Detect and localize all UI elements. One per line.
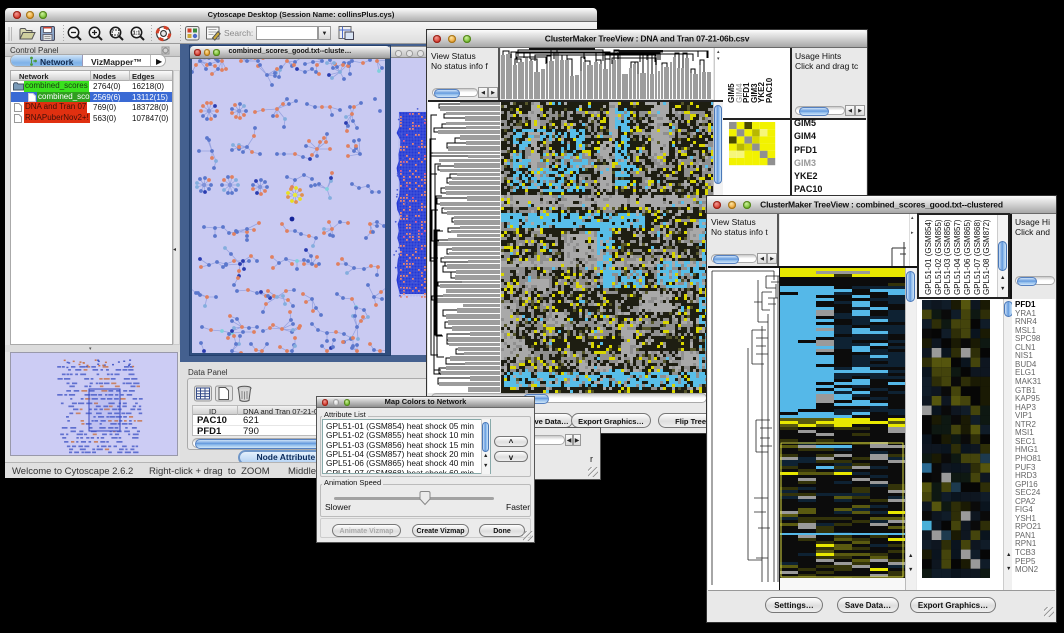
svg-text:1:1: 1:1 [133,31,141,37]
